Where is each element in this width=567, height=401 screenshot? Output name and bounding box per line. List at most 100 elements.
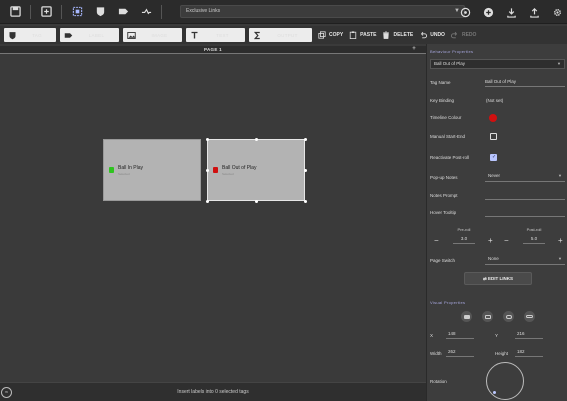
preroll-increment-button[interactable]: + bbox=[488, 237, 493, 245]
page-switch-label: Page Switch bbox=[430, 258, 456, 263]
add-circle-icon[interactable] bbox=[480, 4, 496, 20]
edit-links-button[interactable]: ⇌ EDIT LINKS bbox=[464, 272, 532, 285]
shape-rectangle-button[interactable] bbox=[461, 311, 472, 322]
download-icon[interactable] bbox=[503, 4, 519, 20]
key-binding-value[interactable]: (Not set) bbox=[486, 98, 503, 103]
layout-select[interactable]: Exclusive Links ▼ bbox=[180, 5, 465, 18]
resize-handle[interactable] bbox=[205, 199, 209, 203]
undo-button[interactable]: UNDO bbox=[419, 31, 445, 39]
tag-subtitle: Selected bbox=[118, 172, 130, 176]
tag-color-swatch bbox=[109, 167, 114, 173]
key-binding-label: Key Binding bbox=[430, 98, 455, 103]
page-switch-value: None bbox=[488, 256, 499, 261]
status-text: Insert labels into 0 selected tags bbox=[177, 389, 249, 395]
timeline-colour-swatch[interactable] bbox=[489, 114, 497, 122]
hover-tooltip-label: Hover Tooltip bbox=[430, 210, 457, 215]
x-label: X bbox=[430, 333, 434, 338]
visual-properties-heading: Visual Properties bbox=[430, 300, 466, 305]
resize-handle[interactable] bbox=[303, 168, 307, 172]
chevron-down-icon: ▼ bbox=[558, 173, 562, 178]
notes-prompt-input[interactable] bbox=[485, 191, 565, 200]
postroll-input[interactable]: 5.0 bbox=[523, 235, 545, 244]
resize-handle[interactable] bbox=[205, 168, 209, 172]
manual-start-end-checkbox[interactable] bbox=[490, 133, 497, 140]
link-icon[interactable] bbox=[138, 4, 154, 20]
redo-button[interactable]: REDO bbox=[450, 31, 476, 39]
tag-name-label: Tag Name bbox=[430, 80, 451, 85]
copy-label: COPY bbox=[329, 32, 344, 38]
resize-handle[interactable] bbox=[303, 137, 307, 141]
rotation-dial[interactable] bbox=[486, 362, 524, 400]
resize-handle[interactable] bbox=[254, 199, 258, 203]
trash-icon bbox=[383, 31, 390, 39]
insert-text-label: TEXT bbox=[216, 32, 229, 38]
top-toolbar: Exclusive Links ▼ bbox=[0, 0, 567, 24]
insert-image-button[interactable]: IMAGE bbox=[123, 28, 182, 42]
upload-icon[interactable] bbox=[526, 4, 542, 20]
paste-button[interactable]: PASTE bbox=[349, 31, 376, 39]
behaviour-properties-heading: Behaviour Properties bbox=[430, 49, 474, 54]
new-page-icon[interactable] bbox=[38, 4, 54, 20]
copy-button[interactable]: COPY bbox=[318, 31, 343, 39]
resize-handle[interactable] bbox=[205, 137, 209, 141]
paste-label: PASTE bbox=[360, 32, 377, 38]
page-switch-select[interactable]: None ▼ bbox=[485, 255, 565, 265]
tag-name-input[interactable]: Ball Out of Play bbox=[485, 78, 565, 87]
select-all-icon[interactable] bbox=[69, 4, 85, 20]
properties-panel: Behaviour Properties Ball Out of Play ▼ … bbox=[426, 44, 567, 401]
insert-tag-label: TAG bbox=[32, 32, 42, 38]
width-label: Width bbox=[430, 351, 442, 356]
hover-tooltip-input[interactable] bbox=[485, 208, 565, 217]
tag-selector[interactable]: Ball Out of Play ▼ bbox=[430, 59, 565, 69]
tag-ball-out-of-play[interactable]: Ball Out of Play Selected bbox=[207, 139, 305, 201]
redo-icon bbox=[450, 31, 457, 39]
reactivate-post-roll-label: Reactivate Post-roll bbox=[430, 155, 470, 160]
tag-ball-in-play[interactable]: Ball In Play Selected bbox=[103, 139, 201, 201]
preroll-label: Pre-roll bbox=[457, 227, 471, 232]
resize-handle[interactable] bbox=[303, 199, 307, 203]
y-input[interactable]: 216 bbox=[515, 330, 543, 339]
app-window: Exclusive Links ▼ TAG LABEL IMAGE TEXT O… bbox=[0, 0, 567, 401]
shield-icon[interactable] bbox=[92, 4, 108, 20]
tag-color-swatch bbox=[213, 167, 218, 173]
tag-canvas[interactable]: Ball In Play Selected Ball Out of Play S… bbox=[0, 55, 426, 382]
rectangle-icon bbox=[463, 314, 470, 319]
width-input[interactable]: 262 bbox=[446, 348, 474, 357]
timeline-colour-label: Timeline Colour bbox=[430, 115, 462, 120]
rotation-label: Rotation bbox=[430, 379, 447, 384]
delete-button[interactable]: DELETE bbox=[382, 31, 413, 39]
shape-bubble-button[interactable] bbox=[503, 311, 514, 322]
top-right-icons bbox=[452, 4, 567, 20]
chevron-down-icon: ▼ bbox=[558, 256, 562, 261]
insert-output-button[interactable]: OUTPUT bbox=[249, 28, 312, 42]
x-input[interactable]: 148 bbox=[446, 330, 474, 339]
reactivate-post-roll-checkbox[interactable] bbox=[490, 154, 497, 161]
shape-pill-button[interactable] bbox=[524, 311, 535, 322]
copy-icon bbox=[318, 31, 326, 39]
chevron-down-icon: ▼ bbox=[557, 61, 561, 66]
tab-page-1[interactable]: PAGE 1 bbox=[204, 47, 222, 52]
popup-notes-label: Pop-up Notes bbox=[430, 175, 458, 180]
postroll-increment-button[interactable]: + bbox=[558, 237, 563, 245]
delete-label: DELETE bbox=[393, 32, 414, 38]
insert-toolbar: TAG LABEL IMAGE TEXT OUTPUT COPY PASTE D… bbox=[0, 26, 567, 44]
insert-tag-button[interactable]: TAG bbox=[4, 28, 56, 42]
save-icon[interactable] bbox=[7, 4, 23, 20]
insert-text-button[interactable]: TEXT bbox=[186, 28, 245, 42]
page-tab-row: PAGE 1 + bbox=[0, 46, 426, 54]
shape-rounded-button[interactable] bbox=[482, 311, 493, 322]
tag-icon[interactable] bbox=[115, 4, 131, 20]
paste-icon bbox=[349, 31, 357, 39]
preroll-decrement-button[interactable]: − bbox=[434, 237, 439, 245]
add-page-button[interactable]: + bbox=[412, 46, 416, 53]
layout-select-value: Exclusive Links bbox=[186, 8, 221, 14]
postroll-decrement-button[interactable]: − bbox=[504, 237, 509, 245]
height-input[interactable]: 182 bbox=[515, 348, 543, 357]
preroll-input[interactable]: 3.0 bbox=[453, 235, 475, 244]
resize-handle[interactable] bbox=[254, 137, 258, 141]
insert-label-button[interactable]: LABEL bbox=[60, 28, 119, 42]
rotation-handle[interactable] bbox=[493, 391, 496, 394]
popup-notes-select[interactable]: Never ▼ bbox=[485, 172, 565, 182]
target-icon[interactable] bbox=[457, 4, 473, 20]
settings-icon[interactable] bbox=[549, 4, 565, 20]
